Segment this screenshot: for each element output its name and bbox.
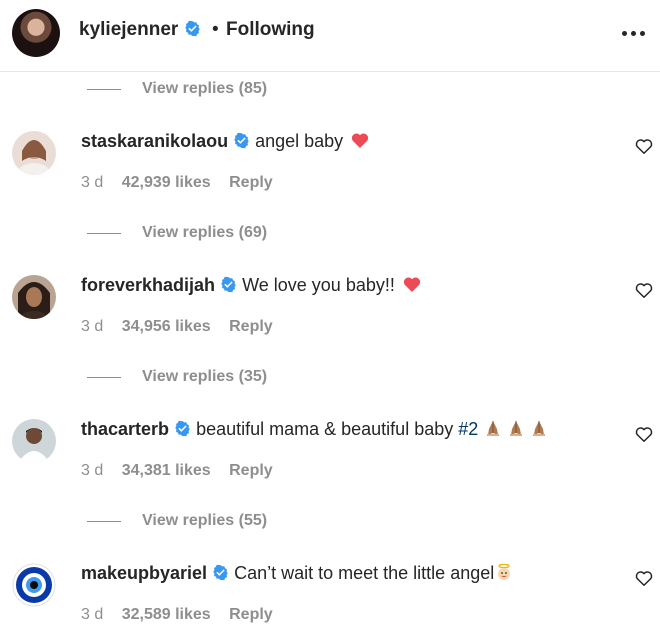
- reply-divider-line: [87, 233, 121, 234]
- praying-hands-emoji-icon: [510, 421, 523, 436]
- like-heart-icon[interactable]: [635, 570, 653, 587]
- comment-username[interactable]: staskaranikolaou: [81, 131, 228, 151]
- comment-likes[interactable]: 34,956 likes: [122, 318, 211, 336]
- reply-divider-line: [87, 89, 121, 90]
- verified-badge-icon: [221, 276, 236, 293]
- comment-item: foreverkhadijah We love you baby!! 3 d 3…: [0, 275, 660, 355]
- comment-time[interactable]: 3 d: [81, 606, 103, 624]
- baby-angel-emoji-icon: [498, 563, 511, 580]
- reply-divider-line: [87, 521, 121, 522]
- commenter-avatar[interactable]: [12, 131, 56, 175]
- comment-item: staskaranikolaou angel baby 3 d 42,939 l…: [0, 131, 660, 211]
- comment-likes[interactable]: 34,381 likes: [122, 462, 211, 480]
- comment-text: We love you baby!!: [242, 275, 395, 295]
- comment-text: Can’t wait to meet the little angel: [234, 563, 495, 583]
- reply-button[interactable]: Reply: [229, 174, 273, 192]
- verified-badge-icon: [234, 132, 249, 149]
- like-heart-icon[interactable]: [635, 426, 653, 443]
- post-header: kyliejenner • Following: [0, 0, 660, 72]
- profile-avatar[interactable]: [12, 9, 60, 57]
- reply-button[interactable]: Reply: [229, 462, 273, 480]
- comment-item: makeupbyariel Can’t wait to meet the lit…: [0, 563, 660, 636]
- view-replies-label[interactable]: View replies (35): [142, 368, 267, 386]
- comment-item: thacarterb beautiful mama & beautiful ba…: [0, 419, 660, 499]
- reply-button[interactable]: Reply: [229, 318, 273, 336]
- comment-likes[interactable]: 32,589 likes: [122, 606, 211, 624]
- header-username-row[interactable]: kyliejenner: [79, 19, 201, 41]
- like-heart-icon[interactable]: [635, 282, 653, 299]
- view-replies-label[interactable]: View replies (69): [142, 224, 267, 242]
- praying-hands-emoji-icon: [487, 421, 500, 436]
- following-button[interactable]: Following: [226, 19, 315, 41]
- comment-username[interactable]: thacarterb: [81, 419, 169, 439]
- view-replies-label[interactable]: View replies (55): [142, 512, 267, 530]
- comment-hashtag[interactable]: #2: [458, 419, 478, 439]
- separator-dot: •: [212, 19, 219, 40]
- header-username[interactable]: kyliejenner: [79, 19, 178, 40]
- comment-text: angel baby: [255, 131, 344, 151]
- verified-badge-icon: [175, 420, 190, 437]
- more-options-icon[interactable]: [620, 22, 648, 42]
- comment-time[interactable]: 3 d: [81, 174, 103, 192]
- verified-badge-icon: [213, 564, 228, 581]
- praying-hands-emoji-icon: [533, 421, 546, 436]
- commenter-avatar[interactable]: [12, 419, 56, 463]
- comment-text: beautiful mama & beautiful baby: [196, 419, 454, 439]
- reply-divider-line: [87, 377, 121, 378]
- comment-time[interactable]: 3 d: [81, 318, 103, 336]
- view-replies-label[interactable]: View replies (85): [142, 80, 267, 98]
- comment-likes[interactable]: 42,939 likes: [122, 174, 211, 192]
- reply-button[interactable]: Reply: [229, 606, 273, 624]
- red-heart-emoji-icon: [352, 133, 369, 148]
- comment-username[interactable]: foreverkhadijah: [81, 275, 215, 295]
- commenter-avatar[interactable]: [12, 275, 56, 319]
- verified-badge-icon: [184, 20, 200, 37]
- commenter-avatar[interactable]: [12, 563, 56, 607]
- like-heart-icon[interactable]: [635, 138, 653, 155]
- comment-username[interactable]: makeupbyariel: [81, 563, 207, 583]
- red-heart-emoji-icon: [403, 277, 420, 292]
- comment-time[interactable]: 3 d: [81, 462, 103, 480]
